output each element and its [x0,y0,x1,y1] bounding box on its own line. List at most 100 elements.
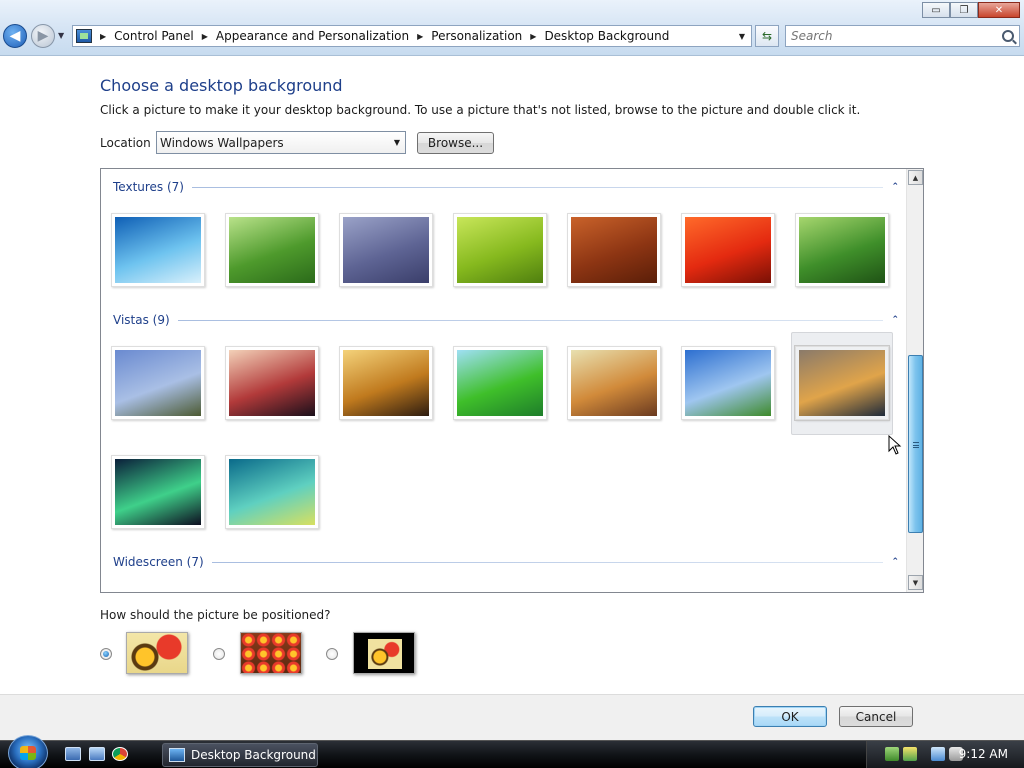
wallpaper-thumbnail-grassland-sunrise[interactable] [567,346,661,420]
green-hills-image [685,350,771,416]
group-title: Vistas (9) [113,313,170,327]
radio-fit-to-screen[interactable] [100,648,112,660]
close-icon: ✕ [994,4,1004,16]
wallpaper-thumbnail-aurora[interactable] [111,455,205,529]
wallpaper-thumbnail-wood-grain[interactable] [567,213,661,287]
search-input[interactable] [791,29,991,43]
wallpaper-thumbnail-vista-aurora[interactable] [225,455,319,529]
scroll-up-button[interactable]: ▲ [908,170,923,185]
location-select[interactable]: Windows Wallpapers ▼ [156,131,406,154]
location-value: Windows Wallpapers [160,135,284,150]
taskbar-clock[interactable]: 9:12 AM [959,747,1008,761]
scroll-thumb[interactable] [908,355,923,533]
forward-arrow-icon: ▶ [37,28,49,44]
page-title: Choose a desktop background [100,76,343,95]
search-icon[interactable] [1002,30,1014,42]
chevron-down-icon[interactable]: ▼ [389,138,405,147]
show-desktop-icon[interactable] [65,747,81,761]
taskbar-item-desktop-background[interactable]: Desktop Background [162,743,318,767]
chrome-icon[interactable] [112,747,128,761]
back-arrow-icon: ◀ [9,28,21,44]
position-fit-preview[interactable] [126,632,188,674]
flowers-thumbnail [127,633,187,673]
breadcrumb-control-panel[interactable]: Control Panel [114,29,194,43]
breadcrumb-personalization[interactable]: Personalization [431,29,522,43]
position-center-preview[interactable] [353,632,415,674]
minimize-icon: ▭ [931,4,941,16]
security-shield-icon[interactable] [885,747,899,761]
system-tray: 9:12 AM [866,741,1024,768]
search-box[interactable] [785,25,1020,47]
scroll-down-button[interactable]: ▼ [908,575,923,590]
refresh-button[interactable]: ⇆ [755,25,779,47]
recent-pages-dropdown[interactable]: ▼ [58,31,64,40]
breadcrumb-desktop-background[interactable]: Desktop Background [544,29,669,43]
wallpaper-thumbnail-pebbles[interactable] [339,213,433,287]
wallpaper-thumbnail-green-hills[interactable] [681,346,775,420]
browse-button[interactable]: Browse... [417,132,494,154]
pebbles-image [343,217,429,283]
aurora-image [115,459,201,525]
position-question: How should the picture be positioned? [100,608,331,622]
bamboo-image [799,217,885,283]
wallpaper-thumbnail-bamboo[interactable] [795,213,889,287]
beach-rocks-sunset-image [343,350,429,416]
centered-flowers-thumbnail [368,639,402,669]
green-grass-image [229,217,315,283]
group-title: Widescreen (7) [113,555,204,569]
tiled-flowers-thumbnail [241,633,301,673]
radio-center[interactable] [326,648,338,660]
back-button[interactable]: ◀ [3,24,27,48]
collapse-icon[interactable]: ⌃ [891,557,899,567]
group-header-vistas[interactable]: Vistas (9) ⌃ [113,313,899,327]
breadcrumb-separator-icon[interactable]: ▶ [202,32,208,41]
breadcrumb-separator-icon[interactable]: ▶ [100,32,106,41]
wallpaper-thumbnail-underwater-fish[interactable] [111,213,205,287]
switch-windows-icon[interactable] [89,747,105,761]
collapse-icon[interactable]: ⌃ [891,315,899,325]
red-flower-image [685,217,771,283]
cancel-button[interactable]: Cancel [839,706,913,727]
group-divider [177,319,884,321]
collapse-icon[interactable]: ⌃ [891,182,899,192]
location-label: Location [100,136,151,150]
wallpaper-thumbnail-palm-frond[interactable] [453,346,547,420]
wallpaper-thumbnail-sunset-silhouette[interactable] [225,346,319,420]
windows-update-icon[interactable] [903,747,917,761]
sunset-silhouette-image [229,350,315,416]
wallpaper-thumbnail-green-leaf[interactable] [453,213,547,287]
page-description: Click a picture to make it your desktop … [100,103,861,117]
group-header-textures[interactable]: Textures (7) ⌃ [113,180,899,194]
karst-river-image [115,350,201,416]
green-leaf-image [457,217,543,283]
group-divider [192,186,884,188]
scroll-down-icon: ▼ [912,578,919,587]
gallery-scrollbar[interactable]: ▲ ▼ [906,169,923,592]
refresh-icon: ⇆ [761,29,773,43]
palm-frond-image [457,350,543,416]
minimize-button[interactable]: ▭ [922,2,950,18]
position-tile-preview[interactable] [240,632,302,674]
ok-button[interactable]: OK [753,706,827,727]
wallpaper-thumbnail-mountain-lake[interactable] [794,345,890,421]
wallpaper-thumbnail-green-grass[interactable] [225,213,319,287]
wallpaper-gallery: Textures (7) ⌃ Vistas (9) ⌃ Widescreen (… [100,168,924,593]
wallpaper-thumbnail-red-flower[interactable] [681,213,775,287]
forward-button[interactable]: ▶ [31,24,55,48]
group-header-widescreen[interactable]: Widescreen (7) ⌃ [113,555,899,569]
wallpaper-thumbnail-beach-rocks-sunset[interactable] [339,346,433,420]
breadcrumb-appearance[interactable]: Appearance and Personalization [216,29,409,43]
network-icon[interactable] [931,747,945,761]
breadcrumb-separator-icon[interactable]: ▶ [530,32,536,41]
mountain-lake-image [799,350,885,416]
wallpaper-thumbnail-karst-river[interactable] [111,346,205,420]
group-divider [211,561,884,563]
radio-tile[interactable] [213,648,225,660]
close-button[interactable]: ✕ [978,2,1020,18]
maximize-button[interactable]: ❐ [950,2,978,18]
start-button[interactable] [8,735,48,768]
grassland-sunrise-image [571,350,657,416]
address-dropdown-icon[interactable]: ▼ [733,32,751,41]
address-bar[interactable]: ▶ Control Panel ▶ Appearance and Persona… [72,25,752,47]
breadcrumb-separator-icon[interactable]: ▶ [417,32,423,41]
